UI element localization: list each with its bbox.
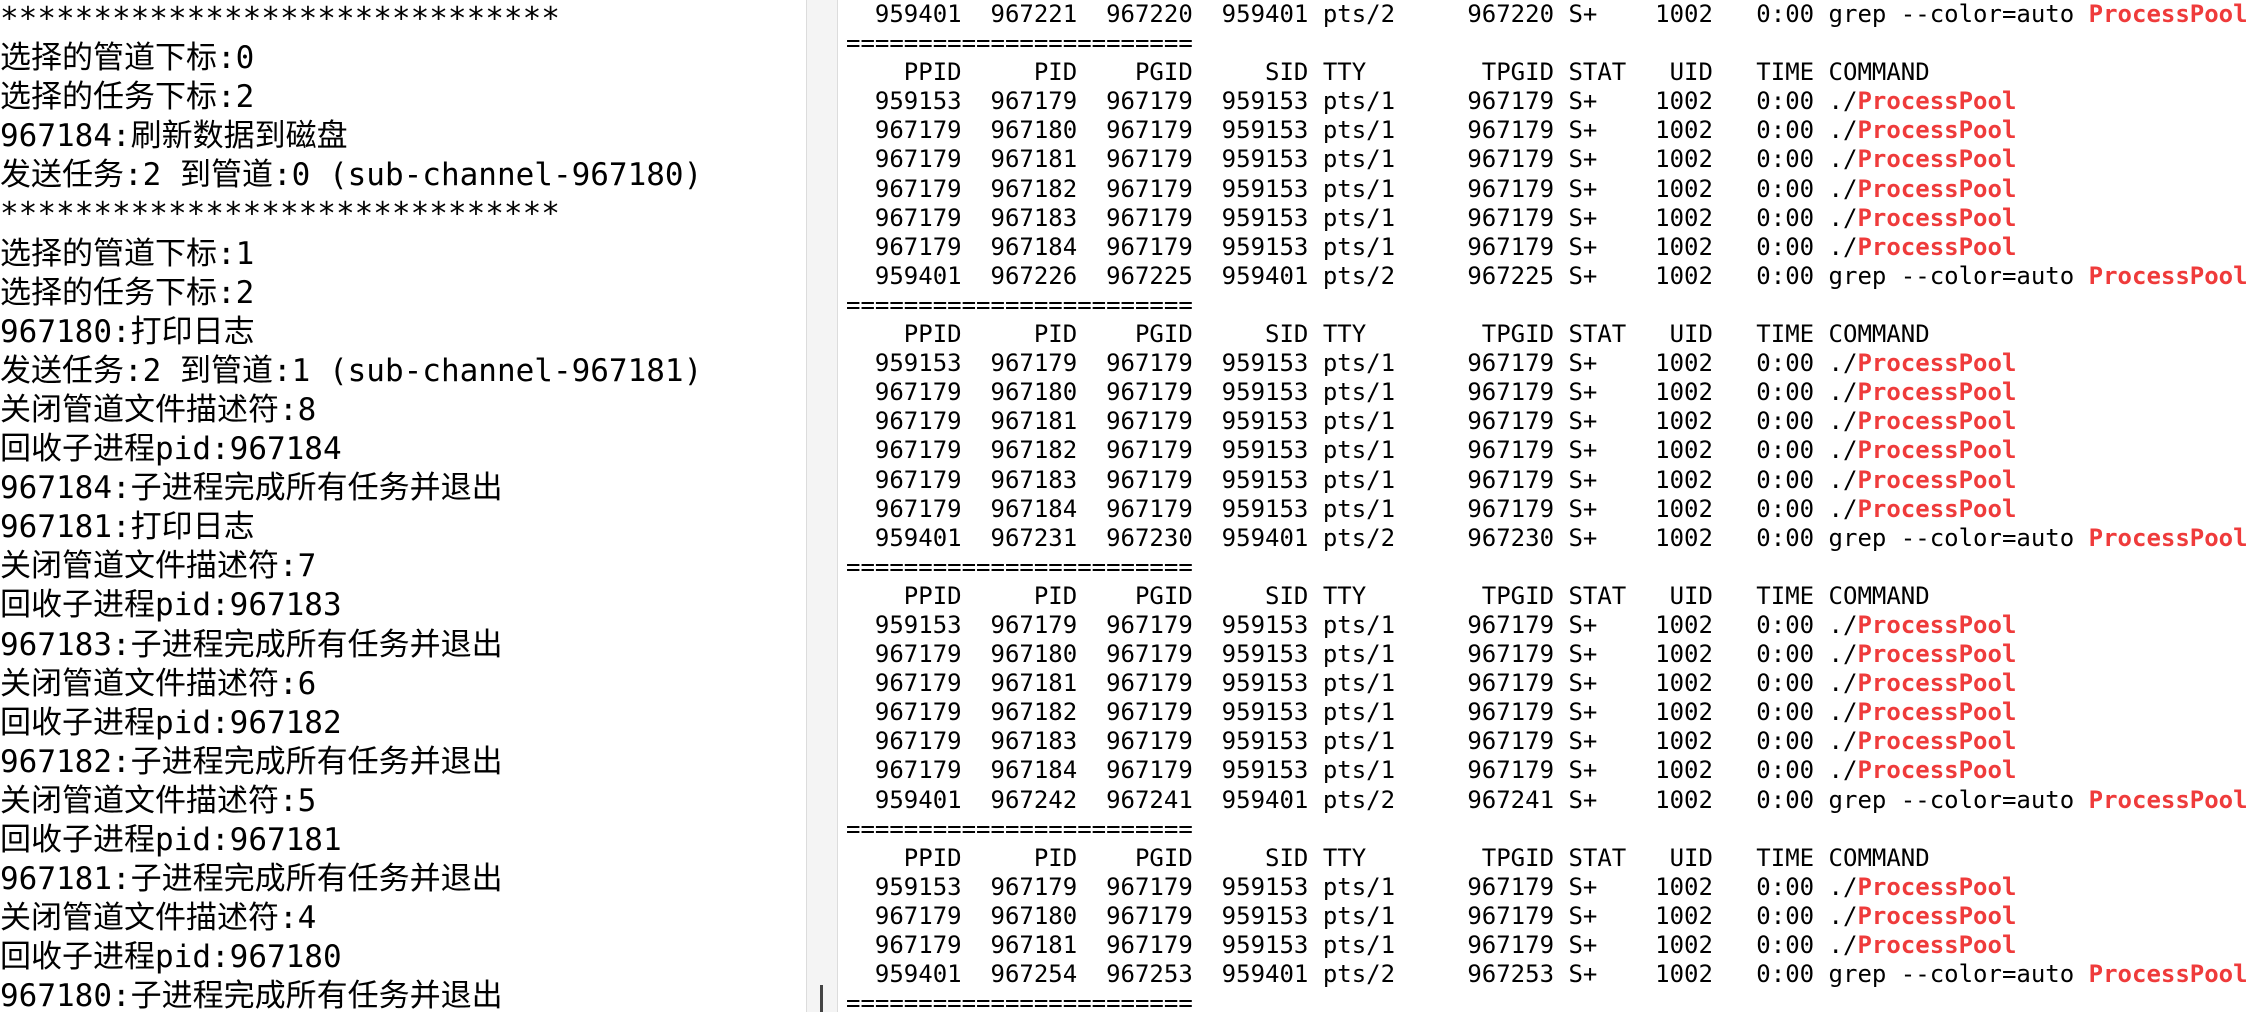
highlighted-match: ProcessPool (1857, 232, 2017, 261)
right-terminal-line: 967179 967183 967179 959153 pts/1 967179… (846, 465, 2017, 494)
highlighted-match: ProcessPool (2088, 0, 2248, 28)
right-terminal-line: 959401 967231 967230 959401 pts/2 967230… (846, 523, 2248, 552)
left-terminal-line: 967180:子进程完成所有任务并退出 (0, 978, 503, 1012)
highlighted-match: ProcessPool (1857, 87, 2017, 116)
right-terminal-line: ======================== (846, 989, 1193, 1012)
right-terminal-line: 967179 967181 967179 959153 pts/1 967179… (846, 931, 2017, 959)
left-terminal-line: ****************************** (0, 196, 560, 233)
right-terminal-line: PPID PID PGID SID TTY TPGID STAT UID TIM… (846, 581, 1930, 610)
highlighted-match: ProcessPool (1857, 669, 2017, 698)
left-terminal-line: 关闭管道文件描述符:7 (0, 548, 317, 585)
right-terminal-line: 967179 967180 967179 959153 pts/1 967179… (846, 378, 2017, 407)
right-terminal-line: ======================== (846, 29, 1193, 58)
left-terminal-line: 967184:子进程完成所有任务并退出 (0, 470, 503, 507)
left-terminal-line: 967180:打印日志 (0, 313, 255, 350)
left-terminal-pane[interactable]: ****************************** 选择的管道下标:0 选… (0, 0, 805, 1012)
highlighted-match: ProcessPool (1857, 931, 2017, 959)
left-terminal-line: 关闭管道文件描述符:5 (0, 782, 317, 819)
highlighted-match: ProcessPool (1857, 465, 2017, 494)
left-terminal-line: 967181:子进程完成所有任务并退出 (0, 861, 503, 898)
right-terminal-line: 967179 967180 967179 959153 pts/1 967179… (846, 640, 2017, 669)
left-terminal-line: 选择的任务下标:2 (0, 79, 255, 116)
highlighted-match: ProcessPool (1857, 640, 2017, 669)
left-terminal-line: 选择的任务下标:2 (0, 274, 255, 311)
right-terminal-pane[interactable]: 959401 967221 967220 959401 pts/2 967220… (846, 0, 2251, 1012)
right-terminal-line: 967179 967184 967179 959153 pts/1 967179… (846, 232, 2017, 261)
left-terminal-line: 关闭管道文件描述符:4 (0, 900, 317, 937)
right-terminal-line: PPID PID PGID SID TTY TPGID STAT UID TIM… (846, 320, 1930, 349)
highlighted-match: ProcessPool (1857, 378, 2017, 407)
highlighted-match: ProcessPool (1857, 727, 2017, 756)
left-terminal-line: 关闭管道文件描述符:8 (0, 391, 317, 428)
right-terminal-line: 959401 967226 967225 959401 pts/2 967225… (846, 261, 2248, 290)
highlighted-match: ProcessPool (1857, 901, 2017, 930)
right-terminal-line: 967179 967180 967179 959153 pts/1 967179… (846, 901, 2017, 930)
right-terminal-line: ======================== (846, 290, 1193, 319)
right-terminal-line: 967179 967182 967179 959153 pts/1 967179… (846, 436, 2017, 465)
right-terminal-line: 967179 967182 967179 959153 pts/1 967179… (846, 698, 2017, 727)
highlighted-match: ProcessPool (1857, 872, 2017, 901)
right-terminal-line: 967179 967181 967179 959153 pts/1 967179… (846, 407, 2017, 436)
highlighted-match: ProcessPool (2088, 960, 2248, 989)
right-terminal-line: 967179 967183 967179 959153 pts/1 967179… (846, 203, 2017, 232)
scrollbar-thumb[interactable] (820, 985, 823, 1012)
highlighted-match: ProcessPool (1857, 436, 2017, 465)
right-terminal-line: 959153 967179 967179 959153 pts/1 967179… (846, 87, 2017, 116)
right-terminal-line: PPID PID PGID SID TTY TPGID STAT UID TIM… (846, 58, 1930, 87)
left-terminal-line: 回收子进程pid:967182 (0, 704, 342, 741)
right-terminal-line: 959401 967221 967220 959401 pts/2 967220… (846, 0, 2248, 28)
left-terminal-line: 回收子进程pid:967183 (0, 587, 342, 624)
left-terminal-line: 关闭管道文件描述符:6 (0, 665, 317, 702)
right-terminal-line: 967179 967183 967179 959153 pts/1 967179… (846, 727, 2017, 756)
left-terminal-line: ****************************** (0, 1, 560, 37)
left-terminal-line: 967181:打印日志 (0, 509, 255, 546)
right-terminal-line: ======================== (846, 552, 1193, 581)
right-terminal-line: 967179 967180 967179 959153 pts/1 967179… (846, 116, 2017, 145)
right-terminal-line: 959153 967179 967179 959153 pts/1 967179… (846, 872, 2017, 901)
right-terminal-line: 967179 967181 967179 959153 pts/1 967179… (846, 669, 2017, 698)
highlighted-match: ProcessPool (1857, 116, 2017, 145)
highlighted-match: ProcessPool (2088, 785, 2248, 814)
pane-divider[interactable] (806, 0, 838, 1012)
left-terminal-line: 选择的管道下标:0 (0, 40, 255, 77)
left-terminal-line: 选择的管道下标:1 (0, 235, 255, 272)
right-terminal-line: 959401 967242 967241 959401 pts/2 967241… (846, 785, 2248, 814)
right-terminal-line: PPID PID PGID SID TTY TPGID STAT UID TIM… (846, 843, 1930, 872)
left-terminal-line: 967183:子进程完成所有任务并退出 (0, 626, 503, 663)
highlighted-match: ProcessPool (1857, 494, 2017, 523)
highlighted-match: ProcessPool (2088, 261, 2248, 290)
highlighted-match: ProcessPool (2088, 523, 2248, 552)
left-terminal-line: 回收子进程pid:967181 (0, 821, 342, 858)
right-terminal-line: 959401 967254 967253 959401 pts/2 967253… (846, 960, 2248, 989)
highlighted-match: ProcessPool (1857, 145, 2017, 174)
left-terminal-line: 967184:刷新数据到磁盘 (0, 118, 348, 155)
highlighted-match: ProcessPool (1857, 174, 2017, 203)
left-terminal-line: 回收子进程pid:967184 (0, 431, 342, 468)
highlighted-match: ProcessPool (1857, 698, 2017, 727)
highlighted-match: ProcessPool (1857, 756, 2017, 785)
highlighted-match: ProcessPool (1857, 349, 2017, 378)
left-terminal-line: 回收子进程pid:967180 (0, 939, 342, 976)
right-terminal-line: 959153 967179 967179 959153 pts/1 967179… (846, 610, 2017, 639)
left-terminal-line: 967182:子进程完成所有任务并退出 (0, 743, 503, 780)
left-terminal-line: 发送任务:2 到管道:1 (sub-channel-967181) (0, 352, 703, 389)
right-terminal-line: 967179 967182 967179 959153 pts/1 967179… (846, 174, 2017, 203)
right-terminal-line: 959153 967179 967179 959153 pts/1 967179… (846, 349, 2017, 378)
highlighted-match: ProcessPool (1857, 203, 2017, 232)
right-terminal-line: 967179 967184 967179 959153 pts/1 967179… (846, 494, 2017, 523)
right-terminal-line: ======================== (846, 814, 1193, 843)
right-terminal-line: 967179 967181 967179 959153 pts/1 967179… (846, 145, 2017, 174)
left-terminal-line: 发送任务:2 到管道:0 (sub-channel-967180) (0, 157, 703, 194)
highlighted-match: ProcessPool (1857, 407, 2017, 436)
right-terminal-line: 967179 967184 967179 959153 pts/1 967179… (846, 756, 2017, 785)
highlighted-match: ProcessPool (1857, 610, 2017, 639)
